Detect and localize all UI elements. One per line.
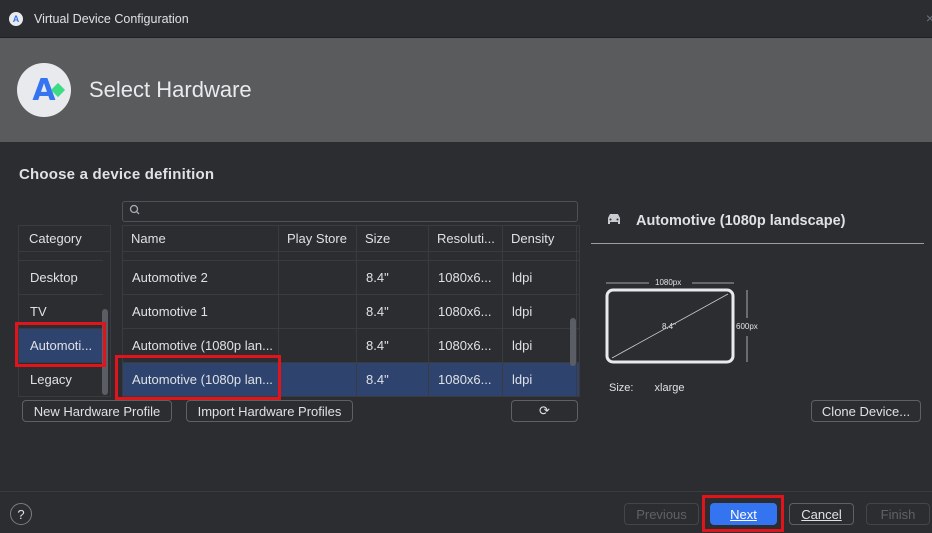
cell-play-store <box>279 363 357 396</box>
cell-size: 8.4" <box>357 261 429 294</box>
category-item-automotive[interactable]: Automoti... <box>19 329 103 363</box>
refresh-button[interactable]: ⟳ <box>511 400 578 422</box>
size-row: Size: xlarge <box>609 382 685 394</box>
cell-size: 8.4" <box>357 329 429 362</box>
device-table[interactable]: Name Play Store Size Resoluti... Density… <box>122 225 580 397</box>
table-row[interactable]: Automotive (1080p lan... 8.4" 1080x6... … <box>123 329 579 363</box>
close-icon[interactable]: × <box>926 10 932 26</box>
cell-size: 8.4" <box>357 363 429 396</box>
diagonal-label: 8.4" <box>662 322 676 331</box>
footer-divider <box>0 491 932 492</box>
cell-density: ldpi <box>503 261 577 294</box>
clone-device-button[interactable]: Clone Device... <box>811 400 921 422</box>
cancel-button[interactable]: Cancel <box>789 503 854 525</box>
table-row-partial <box>123 252 579 261</box>
title-bar: A Virtual Device Configuration × <box>0 0 932 38</box>
category-item-tv[interactable]: TV <box>19 295 103 329</box>
cell-density: ldpi <box>503 295 577 328</box>
column-header-density[interactable]: Density <box>503 226 577 251</box>
cell-play-store <box>279 295 357 328</box>
cell-size: 8.4" <box>357 295 429 328</box>
car-icon <box>608 214 620 224</box>
cell-name: Automotive (1080p lan... <box>123 363 279 396</box>
search-icon <box>129 204 141 219</box>
category-item-desktop[interactable]: Desktop <box>19 261 103 295</box>
category-item-legacy[interactable]: Legacy <box>19 363 103 396</box>
device-preview: 1080px 600px 8.4" <box>604 278 774 368</box>
details-divider <box>591 243 924 244</box>
next-button-label: Next <box>730 506 757 522</box>
cell-density: ldpi <box>503 363 577 396</box>
search-input[interactable] <box>122 201 578 222</box>
cell-play-store <box>279 261 357 294</box>
table-row[interactable]: Automotive 2 8.4" 1080x6... ldpi <box>123 261 579 295</box>
cell-resolution: 1080x6... <box>429 363 503 396</box>
table-header: Name Play Store Size Resoluti... Density <box>123 226 579 252</box>
previous-button[interactable]: Previous <box>624 503 699 525</box>
cell-resolution: 1080x6... <box>429 261 503 294</box>
table-scrollbar[interactable] <box>570 318 576 366</box>
category-list[interactable]: Category Desktop TV Automoti... Legacy <box>18 225 111 397</box>
device-title: Automotive (1080p landscape) <box>636 213 846 229</box>
category-scrollbar[interactable] <box>102 309 108 395</box>
width-label: 1080px <box>655 278 682 287</box>
section-title: Choose a device definition <box>19 166 215 183</box>
android-studio-icon: A <box>9 11 23 26</box>
cell-density: ldpi <box>503 329 577 362</box>
help-button[interactable]: ? <box>10 503 32 525</box>
refresh-icon: ⟳ <box>539 403 550 418</box>
category-header: Category <box>19 226 110 252</box>
height-label: 600px <box>736 322 758 331</box>
new-hardware-profile-button[interactable]: New Hardware Profile <box>22 400 172 422</box>
size-label: Size: <box>609 382 634 394</box>
size-value: xlarge <box>654 382 685 394</box>
cell-name: Automotive 1 <box>123 295 279 328</box>
column-header-size[interactable]: Size <box>357 226 429 251</box>
android-studio-logo-icon: A <box>17 63 71 117</box>
column-header-resolution[interactable]: Resoluti... <box>429 226 503 251</box>
cell-resolution: 1080x6... <box>429 329 503 362</box>
window-title: Virtual Device Configuration <box>34 11 189 26</box>
import-hardware-profiles-button[interactable]: Import Hardware Profiles <box>186 400 353 422</box>
cell-name: Automotive (1080p lan... <box>123 329 279 362</box>
finish-button[interactable]: Finish <box>866 503 930 525</box>
table-row-selected[interactable]: Automotive (1080p lan... 8.4" 1080x6... … <box>123 363 579 396</box>
cell-resolution: 1080x6... <box>429 295 503 328</box>
wizard-header: A Select Hardware <box>0 38 932 142</box>
table-row[interactable]: Automotive 1 8.4" 1080x6... ldpi <box>123 295 579 329</box>
page-title: Select Hardware <box>89 77 252 102</box>
cell-play-store <box>279 329 357 362</box>
column-header-name[interactable]: Name <box>123 226 279 251</box>
cell-name: Automotive 2 <box>123 261 279 294</box>
column-header-play-store[interactable]: Play Store <box>279 226 357 251</box>
next-button[interactable]: Next <box>710 503 777 525</box>
cancel-button-label: Cancel <box>801 506 842 522</box>
